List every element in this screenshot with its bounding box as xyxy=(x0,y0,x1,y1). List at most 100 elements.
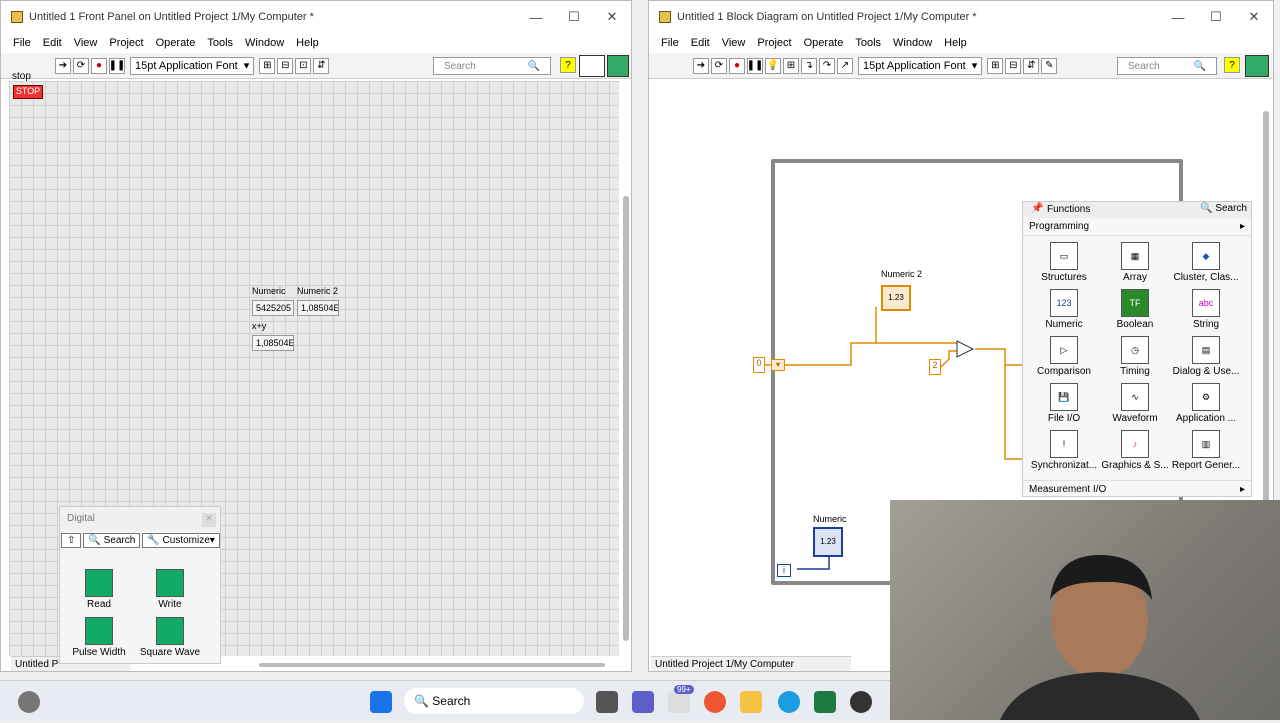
run-continuous-icon[interactable]: ⟳ xyxy=(711,57,727,74)
palette-search-button[interactable]: 🔍 Search xyxy=(83,533,141,548)
step-out-icon[interactable]: ↗ xyxy=(837,57,853,74)
taskbar-search[interactable]: 🔍 Search xyxy=(404,688,584,714)
fn-array[interactable]: ▦ Array xyxy=(1100,242,1170,283)
menu-view[interactable]: View xyxy=(722,37,746,49)
menu-help[interactable]: Help xyxy=(296,37,319,49)
minimize-icon[interactable]: — xyxy=(517,1,555,33)
programming-category[interactable]: Programming ▸ xyxy=(1023,218,1251,236)
vi-icon[interactable] xyxy=(1245,55,1269,77)
windows-start-icon[interactable] xyxy=(370,691,392,713)
font-selector[interactable]: 15pt Application Font ▾ xyxy=(858,56,983,75)
front-panel-titlebar[interactable]: Untitled 1 Front Panel on Untitled Proje… xyxy=(1,1,631,33)
numeric2-control[interactable]: 1,08504E xyxy=(297,300,339,316)
horizontal-scrollbar[interactable] xyxy=(259,663,605,667)
numeric-control[interactable]: 5425205 xyxy=(252,300,294,316)
numeric-terminal[interactable]: 1.23 xyxy=(813,527,843,557)
fn-structures[interactable]: ▭ Structures xyxy=(1029,242,1099,283)
menu-view[interactable]: View xyxy=(74,37,98,49)
vertical-scrollbar[interactable] xyxy=(623,196,629,641)
help-icon[interactable]: ? xyxy=(1224,57,1240,73)
reorder-icon[interactable]: ⇵ xyxy=(1023,57,1040,74)
menu-help[interactable]: Help xyxy=(944,37,967,49)
const-zero[interactable]: 0 xyxy=(753,357,765,373)
run-arrow-icon[interactable]: ➔ xyxy=(55,57,71,74)
close-icon[interactable]: ✕ xyxy=(1235,1,1273,33)
font-selector[interactable]: 15pt Application Font ▾ xyxy=(130,56,255,75)
numeric2-terminal[interactable]: 1.23 xyxy=(881,285,911,311)
close-icon[interactable]: ✕ xyxy=(593,1,631,33)
resize-icon[interactable]: ⊡ xyxy=(295,57,312,74)
distribute-icon[interactable]: ⊟ xyxy=(1005,57,1022,74)
menu-file[interactable]: File xyxy=(661,37,679,49)
orange-wire[interactable] xyxy=(940,350,959,368)
weather-icon[interactable] xyxy=(18,691,40,713)
front-search-input[interactable]: Search 🔍 xyxy=(433,57,551,75)
highlight-bulb-icon[interactable]: 💡 xyxy=(765,57,781,74)
up-arrow-icon[interactable]: ⇧ xyxy=(61,533,82,548)
maximize-icon[interactable]: ☐ xyxy=(1197,1,1235,33)
pin-icon[interactable]: 📌 xyxy=(1031,203,1043,214)
menu-project[interactable]: Project xyxy=(109,37,143,49)
app-icon[interactable] xyxy=(668,691,690,713)
fn-dialog[interactable]: ▤ Dialog & Use... xyxy=(1171,336,1241,377)
menu-tools[interactable]: Tools xyxy=(207,37,233,49)
excel-icon[interactable] xyxy=(814,691,836,713)
step-over-icon[interactable]: ↷ xyxy=(819,57,835,74)
fn-application[interactable]: ⚙ Application ... xyxy=(1171,383,1241,424)
pause-icon[interactable]: ❚❚ xyxy=(747,57,763,74)
blue-wire[interactable] xyxy=(797,557,830,570)
menu-edit[interactable]: Edit xyxy=(43,37,62,49)
fn-timing[interactable]: ◷ Timing xyxy=(1100,336,1170,377)
reorder-icon[interactable]: ⇵ xyxy=(313,57,330,74)
menu-window[interactable]: Window xyxy=(893,37,932,49)
shift-register-icon[interactable]: ▾ xyxy=(771,359,785,371)
menu-window[interactable]: Window xyxy=(245,37,284,49)
edge-icon[interactable] xyxy=(778,691,800,713)
github-icon[interactable] xyxy=(850,691,872,713)
fn-numeric[interactable]: 123 Numeric xyxy=(1029,289,1099,330)
digital-pulse-width[interactable]: Pulse Width xyxy=(64,617,134,658)
menu-edit[interactable]: Edit xyxy=(691,37,710,49)
block-search-input[interactable]: Search 🔍 xyxy=(1117,57,1217,75)
maximize-icon[interactable]: ☐ xyxy=(555,1,593,33)
functions-search-button[interactable]: 🔍 Search xyxy=(1200,203,1247,214)
digital-write[interactable]: Write xyxy=(135,569,205,610)
customize-button[interactable]: 🔧 Customize▾ xyxy=(142,533,220,548)
const-two[interactable]: 2 xyxy=(929,359,941,375)
fn-cluster[interactable]: ◆ Cluster, Clas... xyxy=(1171,242,1241,283)
step-into-icon[interactable]: ↴ xyxy=(801,57,817,74)
block-titlebar[interactable]: Untitled 1 Block Diagram on Untitled Pro… xyxy=(649,1,1273,33)
align-icon[interactable]: ⊞ xyxy=(987,57,1004,74)
run-continuous-icon[interactable]: ⟳ xyxy=(73,57,89,74)
fn-waveform[interactable]: ∿ Waveform xyxy=(1100,383,1170,424)
multiply-node[interactable] xyxy=(956,340,975,358)
help-icon[interactable]: ? xyxy=(560,57,576,73)
abort-icon[interactable]: ● xyxy=(729,57,745,74)
stop-button[interactable]: STOP xyxy=(13,85,43,99)
run-arrow-icon[interactable]: ➔ xyxy=(693,57,709,74)
functions-titlebar[interactable]: 📌 Functions 🔍 Search xyxy=(1023,202,1251,218)
menu-project[interactable]: Project xyxy=(757,37,791,49)
retain-wire-icon[interactable]: ⊞ xyxy=(783,57,799,74)
vi-icon[interactable] xyxy=(607,55,629,77)
digital-read[interactable]: Read xyxy=(64,569,134,610)
abort-icon[interactable]: ● xyxy=(91,57,107,74)
task-view-icon[interactable] xyxy=(596,691,618,713)
fn-graphics[interactable]: ♪ Graphics & S... xyxy=(1100,430,1170,471)
pause-icon[interactable]: ❚❚ xyxy=(109,57,125,74)
distribute-icon[interactable]: ⊟ xyxy=(277,57,294,74)
close-icon[interactable]: ✕ xyxy=(202,513,216,527)
chrome-icon[interactable] xyxy=(704,691,726,713)
align-icon[interactable]: ⊞ xyxy=(259,57,276,74)
connector-pane-icon[interactable] xyxy=(579,55,605,77)
menu-operate[interactable]: Operate xyxy=(156,37,196,49)
fn-string[interactable]: abc String xyxy=(1171,289,1241,330)
digital-square-wave[interactable]: Square Wave xyxy=(135,617,205,658)
fn-synchronization[interactable]: ! Synchronizat... xyxy=(1029,430,1099,471)
file-explorer-icon[interactable] xyxy=(740,691,762,713)
orange-wire[interactable] xyxy=(975,348,1025,366)
menu-tools[interactable]: Tools xyxy=(855,37,881,49)
menu-file[interactable]: File xyxy=(13,37,31,49)
minimize-icon[interactable]: — xyxy=(1159,1,1197,33)
menu-operate[interactable]: Operate xyxy=(804,37,844,49)
